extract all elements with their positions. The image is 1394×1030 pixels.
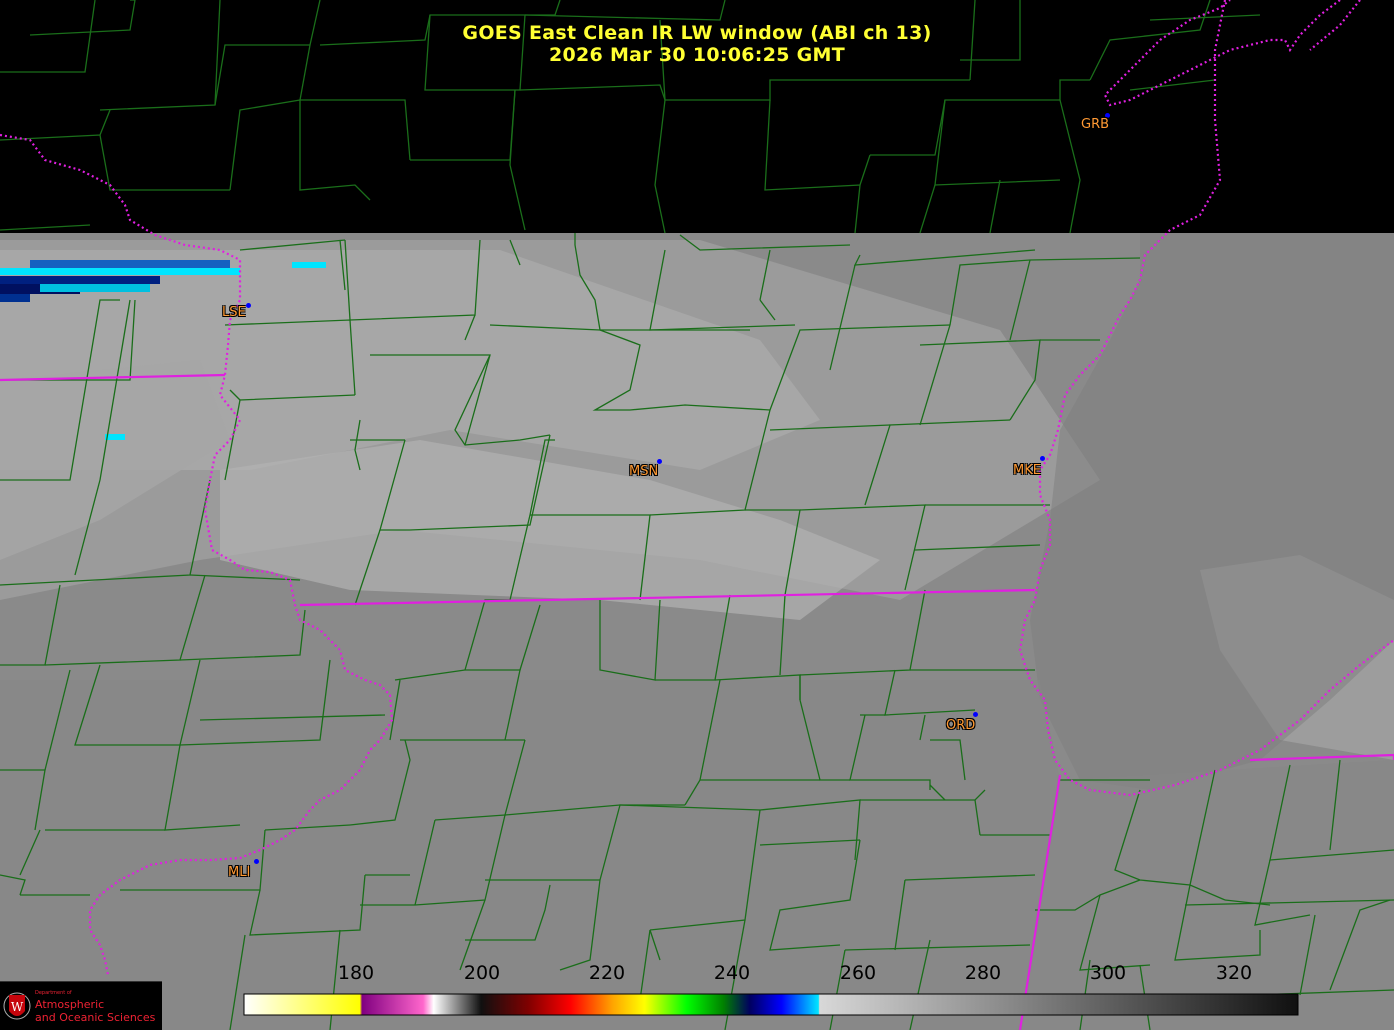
station-label-lse: LSE bbox=[222, 305, 246, 320]
colorbar-tick: 320 bbox=[1215, 962, 1253, 984]
colorbar-tick: 200 bbox=[463, 962, 501, 984]
station-label-msn: MSN bbox=[629, 464, 659, 479]
station-marker-mli bbox=[254, 859, 259, 864]
logo-line-2: and Oceanic Sciences bbox=[35, 1011, 156, 1024]
cold-cloud bbox=[0, 268, 240, 275]
station-marker-ord bbox=[973, 712, 978, 717]
university-logo: W Department of Atmospheric and Oceanic … bbox=[0, 981, 162, 1030]
colorbar bbox=[243, 993, 1299, 1016]
colorbar-tick: 220 bbox=[588, 962, 626, 984]
colorbar-tick: 300 bbox=[1089, 962, 1127, 984]
logo-line-1: Atmospheric bbox=[35, 998, 105, 1011]
cold-cloud bbox=[292, 262, 326, 268]
title-line-2: 2026 Mar 30 10:06:25 GMT bbox=[548, 44, 846, 66]
station-label-ord: ORD bbox=[946, 718, 976, 733]
colorbar-tick: 240 bbox=[713, 962, 751, 984]
station-label-mli: MLI bbox=[228, 865, 251, 880]
satellite-image-viewer: GOES East Clean IR LW window (ABI ch 13)… bbox=[0, 0, 1394, 1030]
cold-cloud bbox=[0, 294, 30, 302]
colorbar-tick: 280 bbox=[964, 962, 1002, 984]
university-seal-icon: W bbox=[3, 992, 31, 1020]
svg-text:W: W bbox=[11, 1000, 24, 1014]
cold-cloud bbox=[30, 260, 230, 268]
colorbar-tick: 260 bbox=[839, 962, 877, 984]
logo-dept-text: Department of bbox=[35, 990, 72, 996]
station-marker-lse bbox=[246, 303, 251, 308]
cold-cloud bbox=[40, 284, 150, 292]
station-label-mke: MKE bbox=[1013, 463, 1041, 478]
title-line-1: GOES East Clean IR LW window (ABI ch 13) bbox=[462, 22, 932, 44]
cold-cloud bbox=[0, 276, 160, 284]
station-label-grb: GRB bbox=[1081, 117, 1110, 132]
colorbar-tick: 180 bbox=[337, 962, 375, 984]
station-marker-mke bbox=[1040, 456, 1045, 461]
satellite-map bbox=[0, 0, 1394, 1030]
